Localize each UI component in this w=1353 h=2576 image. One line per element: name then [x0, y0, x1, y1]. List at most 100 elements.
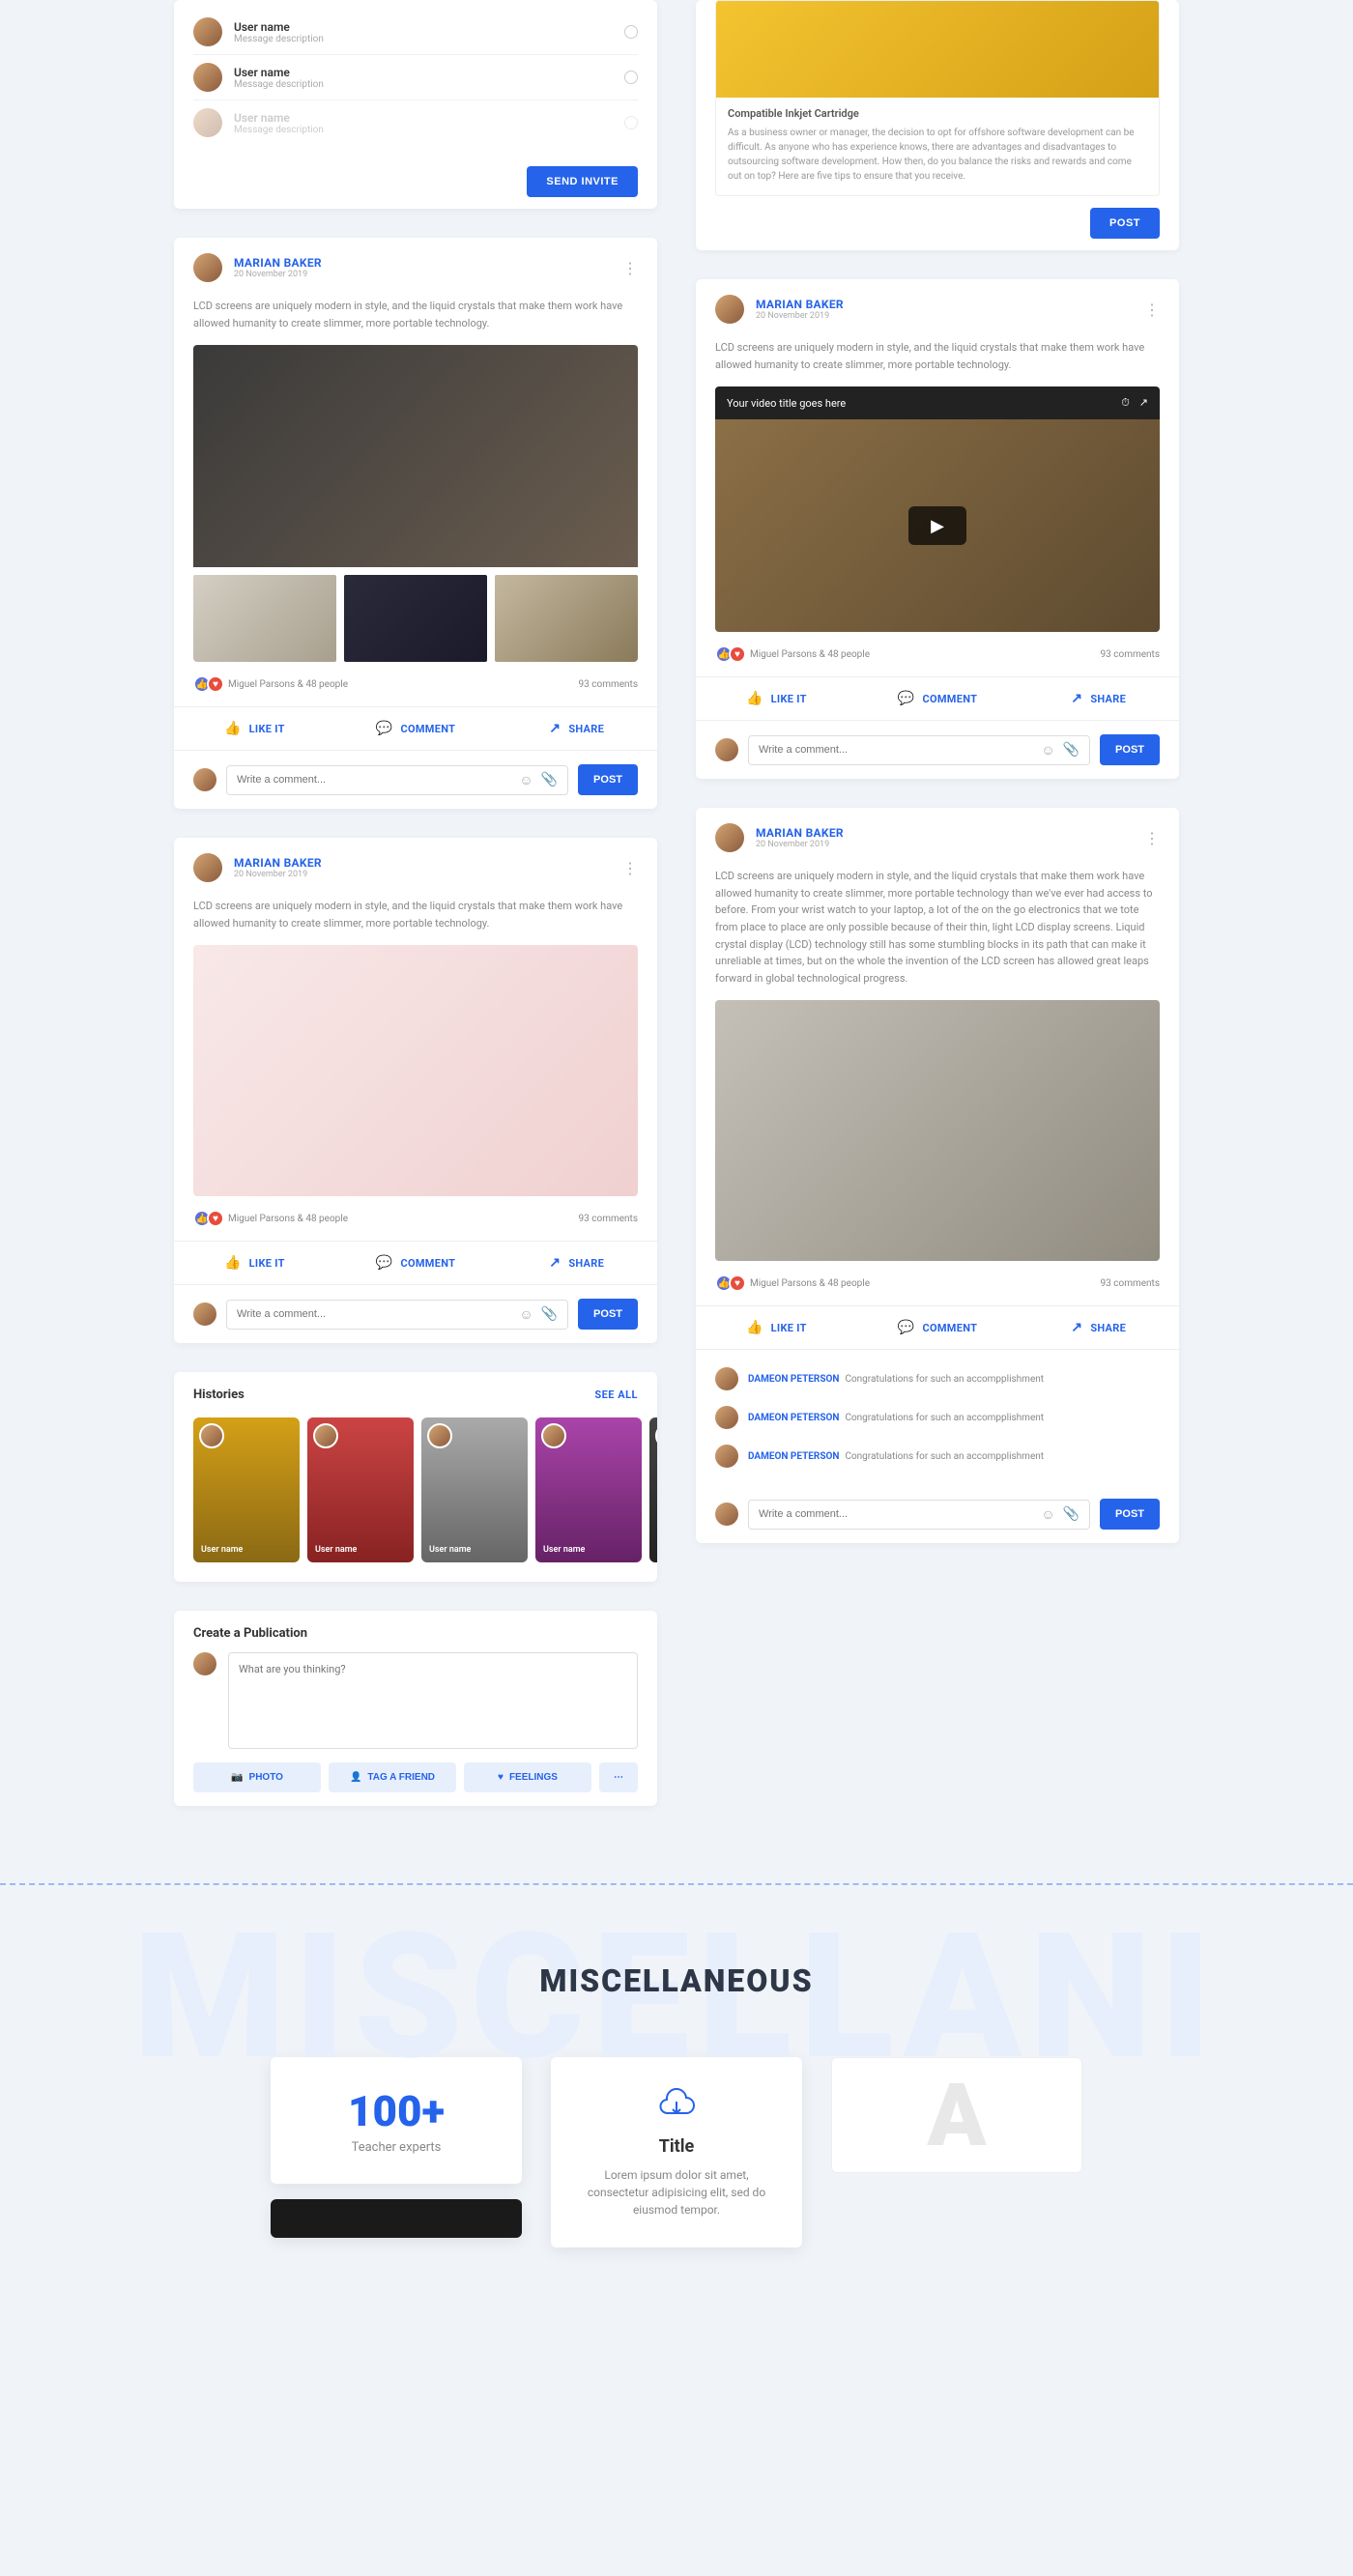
reaction-icons[interactable]: 👍 ♥ — [193, 1210, 220, 1227]
avatar[interactable] — [715, 1406, 738, 1429]
history-item[interactable] — [649, 1417, 657, 1562]
comments-count[interactable]: 93 comments — [579, 1214, 638, 1224]
emoji-icon[interactable]: ☺ — [1041, 1506, 1054, 1523]
tag-friend-button[interactable]: 👤TAG A FRIEND — [329, 1762, 456, 1792]
comment-button[interactable]: 💬COMMENT — [857, 1306, 1019, 1349]
comment-input[interactable] — [237, 1308, 519, 1320]
avatar[interactable] — [715, 295, 744, 324]
play-icon[interactable]: ▶ — [908, 506, 966, 545]
comments-count[interactable]: 93 comments — [579, 679, 638, 690]
post-media[interactable] — [715, 1000, 1160, 1261]
share-button[interactable]: ↗SHARE — [496, 1242, 657, 1284]
author-name[interactable]: MARIAN BAKER — [756, 298, 1133, 311]
attachment-icon[interactable]: 📎 — [541, 1306, 558, 1323]
more-icon[interactable]: ⋮ — [622, 859, 638, 877]
post-media[interactable] — [193, 345, 638, 662]
media-thumb[interactable] — [344, 575, 487, 662]
check-icon[interactable] — [624, 25, 638, 39]
media-thumb[interactable] — [193, 575, 336, 662]
like-button[interactable]: 👍LIKE IT — [696, 677, 857, 720]
comment-button[interactable]: 💬COMMENT — [857, 677, 1019, 720]
avatar[interactable] — [715, 823, 744, 852]
author-name[interactable]: MARIAN BAKER — [756, 826, 1133, 840]
comment-input[interactable] — [759, 1508, 1041, 1520]
invite-row[interactable]: User name Message description — [193, 55, 638, 100]
share-button[interactable]: ↗SHARE — [496, 707, 657, 750]
reaction-icons[interactable]: 👍 ♥ — [715, 645, 742, 663]
post-media[interactable] — [193, 945, 638, 1196]
post-button[interactable]: POST — [1090, 208, 1160, 239]
comment-icon: 💬 — [376, 1255, 393, 1271]
avatar — [199, 1423, 224, 1448]
post-date: 20 November 2019 — [756, 311, 1133, 321]
video-player[interactable]: Your video title goes here ⏱ ↗ ▶ — [715, 386, 1160, 632]
section-title: MISCELLANEOUS — [0, 1962, 1353, 1999]
check-icon[interactable] — [624, 71, 638, 84]
comment-text: Congratulations for such an accompplishm… — [845, 1374, 1044, 1385]
avatar[interactable] — [715, 1445, 738, 1468]
reacted-by[interactable]: Miguel Parsons & 48 people — [750, 649, 1093, 660]
history-item[interactable]: User name — [535, 1417, 642, 1562]
attachment-icon[interactable]: 📎 — [541, 772, 558, 788]
history-item[interactable]: User name — [421, 1417, 528, 1562]
avatar[interactable] — [193, 853, 222, 882]
share-button[interactable]: ↗SHARE — [1018, 677, 1179, 720]
comments-count[interactable]: 93 comments — [1101, 649, 1160, 660]
publication-textarea[interactable] — [228, 1652, 638, 1749]
media-thumb[interactable] — [495, 575, 638, 662]
post-button[interactable]: POST — [578, 1299, 638, 1330]
more-icon[interactable]: ⋮ — [1144, 301, 1160, 319]
like-button[interactable]: 👍LIKE IT — [696, 1306, 857, 1349]
see-all-link[interactable]: SEE ALL — [594, 1388, 638, 1401]
avatar — [193, 1652, 216, 1675]
author-name[interactable]: MARIAN BAKER — [234, 256, 611, 270]
invite-row[interactable]: User name Message description — [193, 10, 638, 55]
emoji-icon[interactable]: ☺ — [1041, 742, 1054, 758]
history-item[interactable]: User name — [193, 1417, 300, 1562]
invite-name: User name — [234, 66, 613, 79]
watch-later-icon[interactable]: ⏱ — [1121, 396, 1130, 410]
more-button[interactable]: ⋯ — [599, 1762, 638, 1792]
comments-count[interactable]: 93 comments — [1101, 1278, 1160, 1289]
history-item[interactable]: User name — [307, 1417, 414, 1562]
avatar[interactable] — [715, 1367, 738, 1390]
commenter-name[interactable]: DAMEON PETERSON — [748, 1374, 839, 1385]
send-invite-button[interactable]: SEND INVITE — [527, 166, 638, 197]
reaction-icons[interactable]: 👍 ♥ — [193, 675, 220, 693]
comment-row: DAMEON PETERSON Congratulations for such … — [715, 1360, 1160, 1398]
reacted-by[interactable]: Miguel Parsons & 48 people — [228, 679, 571, 690]
post-button[interactable]: POST — [578, 764, 638, 795]
comment-button[interactable]: 💬COMMENT — [335, 1242, 497, 1284]
photo-button[interactable]: 📷PHOTO — [193, 1762, 321, 1792]
comment-input[interactable] — [759, 744, 1041, 756]
emoji-icon[interactable]: ☺ — [519, 772, 533, 788]
reacted-by[interactable]: Miguel Parsons & 48 people — [228, 1214, 571, 1224]
check-icon[interactable] — [624, 116, 638, 129]
reaction-icons[interactable]: 👍 ♥ — [715, 1274, 742, 1292]
feelings-button[interactable]: ♥FEELINGS — [464, 1762, 591, 1792]
emoji-icon[interactable]: ☺ — [519, 1306, 533, 1323]
link-post-card: Compatible Inkjet Cartridge As a busines… — [696, 0, 1179, 250]
invite-row[interactable]: User name Message description — [193, 100, 638, 145]
comment-text: Congratulations for such an accompplishm… — [845, 1451, 1044, 1462]
invite-card: User name Message description User name … — [174, 0, 657, 209]
share-icon[interactable]: ↗ — [1139, 396, 1148, 410]
more-icon[interactable]: ⋮ — [622, 259, 638, 277]
link-preview[interactable]: Compatible Inkjet Cartridge As a busines… — [715, 0, 1160, 196]
like-button[interactable]: 👍LIKE IT — [174, 707, 335, 750]
more-icon[interactable]: ⋮ — [1144, 829, 1160, 847]
comment-input[interactable] — [237, 774, 519, 786]
post-button[interactable]: POST — [1100, 1499, 1160, 1530]
commenter-name[interactable]: DAMEON PETERSON — [748, 1451, 839, 1462]
share-button[interactable]: ↗SHARE — [1018, 1306, 1179, 1349]
commenter-name[interactable]: DAMEON PETERSON — [748, 1413, 839, 1423]
avatar[interactable] — [193, 253, 222, 282]
reacted-by[interactable]: Miguel Parsons & 48 people — [750, 1278, 1093, 1289]
author-name[interactable]: MARIAN BAKER — [234, 856, 611, 870]
attachment-icon[interactable]: 📎 — [1063, 1506, 1080, 1523]
like-button[interactable]: 👍LIKE IT — [174, 1242, 335, 1284]
comment-button[interactable]: 💬COMMENT — [335, 707, 497, 750]
post-button[interactable]: POST — [1100, 734, 1160, 765]
comment-icon: 💬 — [898, 1320, 915, 1335]
attachment-icon[interactable]: 📎 — [1063, 742, 1080, 758]
